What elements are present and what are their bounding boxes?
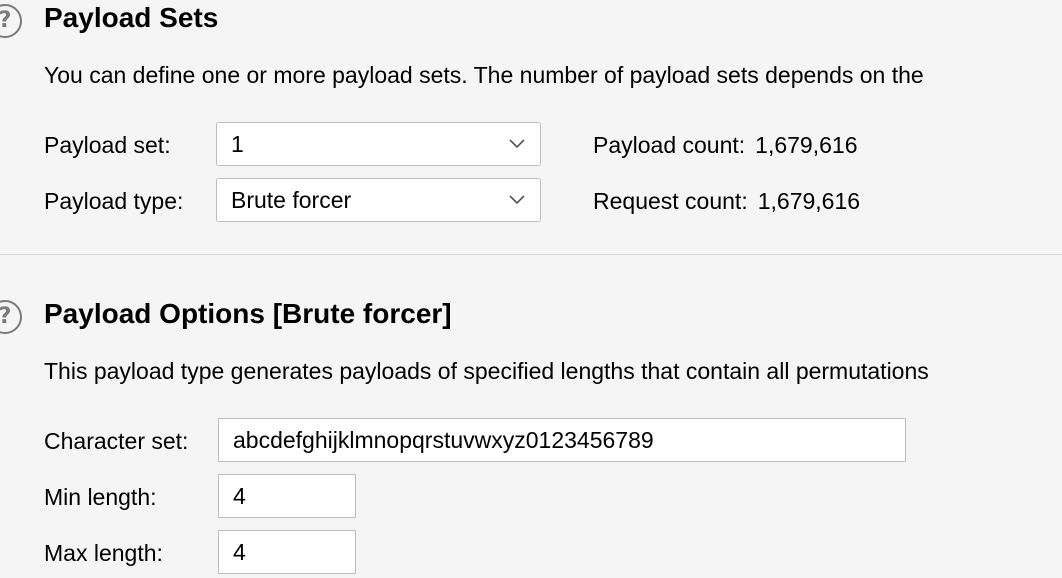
section-title-payload-sets: Payload Sets: [44, 2, 219, 33]
payload-type-value: Brute forcer: [231, 187, 352, 213]
character-set-input[interactable]: [218, 418, 906, 462]
request-count-label: Request count:: [593, 188, 748, 214]
payload-count-value: 1,679,616: [755, 132, 858, 158]
max-length-label: Max length:: [44, 540, 163, 566]
payload-set-value: 1: [231, 131, 244, 157]
help-icon[interactable]: ?: [0, 300, 22, 334]
min-length-input[interactable]: [218, 474, 356, 518]
payload-set-dropdown[interactable]: 1: [216, 122, 541, 166]
payload-type-dropdown[interactable]: Brute forcer: [216, 178, 541, 222]
section-divider: [0, 254, 1062, 255]
section-title-payload-options: Payload Options [Brute forcer]: [44, 298, 452, 329]
payload-options-description: This payload type generates payloads of …: [44, 358, 929, 384]
character-set-label: Character set:: [44, 428, 189, 454]
payload-sets-description: You can define one or more payload sets.…: [44, 62, 924, 88]
request-count: Request count: 1,679,616: [593, 188, 860, 215]
max-length-input[interactable]: [218, 530, 356, 574]
help-icon[interactable]: ?: [0, 4, 22, 38]
intruder-payloads-panel: ? Payload Sets You can define one or mor…: [0, 0, 1062, 578]
payload-set-label: Payload set:: [44, 132, 171, 158]
min-length-label: Min length:: [44, 484, 157, 510]
payload-count-label: Payload count:: [593, 132, 746, 158]
payload-type-label: Payload type:: [44, 188, 184, 214]
request-count-value: 1,679,616: [757, 188, 861, 214]
payload-count: Payload count: 1,679,616: [593, 132, 858, 159]
chevron-down-icon: [509, 139, 525, 149]
chevron-down-icon: [509, 195, 525, 205]
